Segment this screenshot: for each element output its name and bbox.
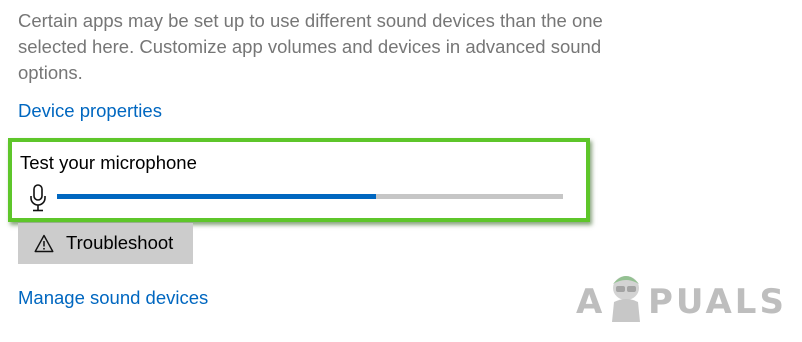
manage-sound-devices-link[interactable]: Manage sound devices <box>18 286 208 310</box>
troubleshoot-button-label: Troubleshoot <box>66 232 174 253</box>
warning-icon <box>34 234 54 253</box>
microphone-test-title: Test your microphone <box>20 152 197 173</box>
microphone-test-highlight: Test your microphone <box>8 138 590 222</box>
microphone-level-meter <box>57 194 563 199</box>
watermark-letter-a: A <box>576 282 606 322</box>
sound-options-description: Certain apps may be set up to use differ… <box>18 10 603 83</box>
troubleshoot-button[interactable]: Troubleshoot <box>18 223 193 264</box>
device-properties-link[interactable]: Device properties <box>18 99 162 123</box>
microphone-level-fill <box>57 194 376 199</box>
appuals-watermark: A PUALS <box>576 276 786 330</box>
mascot-icon <box>612 276 640 322</box>
watermark-letters: PUALS <box>648 282 787 322</box>
microphone-icon <box>30 184 46 212</box>
